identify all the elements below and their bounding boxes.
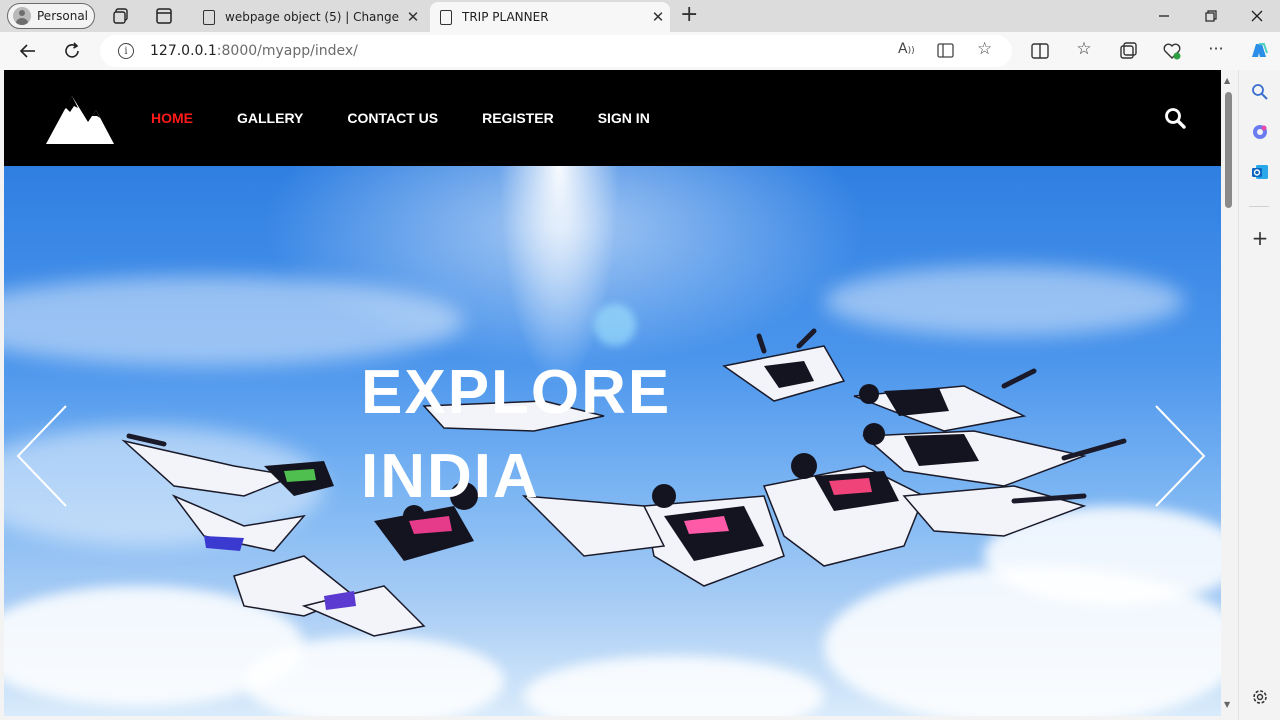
hero-carousel: EXPLORE INDIA — [4, 166, 1221, 716]
minimize-button[interactable] — [1158, 10, 1170, 22]
browser-toolbar: i 127.0.0.1:8000/myapp/index/ A)) ☆ ☆ ··… — [0, 32, 1280, 70]
tab-actions-icon[interactable] — [154, 6, 174, 26]
favorites-icon[interactable]: ☆ — [1074, 39, 1094, 59]
copilot-icon[interactable] — [1247, 39, 1271, 63]
tab-trip-planner[interactable]: TRIP PLANNER ✕ — [430, 2, 670, 32]
browser-essentials-icon[interactable] — [1162, 41, 1182, 61]
nav-register-link[interactable]: REGISTER — [482, 110, 554, 126]
add-sidebar-app-icon[interactable]: + — [1250, 226, 1270, 250]
outlook-icon[interactable] — [1250, 162, 1270, 182]
main-nav: HOME GALLERY CONTACT US REGISTER SIGN IN — [151, 110, 694, 126]
immersive-reader-icon[interactable] — [937, 42, 957, 60]
page-viewport: HOME GALLERY CONTACT US REGISTER SIGN IN — [4, 70, 1221, 716]
tab-title: TRIP PLANNER — [462, 10, 549, 24]
scroll-down-icon[interactable]: ▼ — [1224, 700, 1230, 709]
nav-home-link[interactable]: HOME — [151, 110, 193, 126]
restore-button[interactable] — [1205, 10, 1217, 22]
carousel-prev-arrow-icon[interactable] — [16, 404, 68, 508]
more-menu-icon[interactable]: ··· — [1206, 39, 1226, 59]
copilot-sidebar-icon[interactable] — [1250, 122, 1270, 142]
back-icon[interactable] — [17, 40, 39, 62]
workspaces-icon[interactable] — [111, 6, 131, 26]
profile-avatar-icon — [13, 7, 31, 25]
scrollbar-thumb[interactable] — [1225, 92, 1232, 208]
hero-title-line2: INDIA — [361, 442, 540, 511]
site-info-icon[interactable]: i — [118, 43, 134, 59]
nav-gallery-link[interactable]: GALLERY — [237, 110, 303, 126]
scroll-up-icon[interactable]: ▲ — [1224, 76, 1230, 85]
split-screen-icon[interactable] — [1030, 41, 1050, 61]
profile-button[interactable]: Personal — [7, 3, 95, 29]
tab-title: webpage object (5) | Change wel — [225, 10, 401, 24]
page-icon — [203, 9, 215, 25]
hero-title: EXPLORE INDIA — [361, 351, 671, 519]
search-sidebar-icon[interactable] — [1250, 82, 1270, 102]
collections-icon[interactable] — [1118, 41, 1138, 61]
site-header: HOME GALLERY CONTACT US REGISTER SIGN IN — [4, 70, 1221, 166]
nav-signin-link[interactable]: SIGN IN — [598, 110, 650, 126]
url-path: :8000/myapp/index/ — [216, 43, 358, 59]
favorite-star-icon[interactable]: ☆ — [977, 39, 992, 59]
mountain-logo[interactable] — [44, 92, 116, 146]
hero-title-line1: EXPLORE — [361, 358, 672, 427]
page-scrollbar[interactable]: ▲ ▼ — [1221, 70, 1237, 716]
search-icon[interactable] — [1164, 107, 1186, 129]
read-aloud-icon[interactable]: A)) — [898, 41, 915, 57]
tab-webpage-object[interactable]: webpage object (5) | Change wel ✕ — [193, 2, 425, 32]
page-icon — [440, 9, 452, 25]
browser-tab-bar: Personal webpage object (5) | Change wel… — [0, 0, 1280, 32]
close-tab-icon[interactable]: ✕ — [401, 8, 425, 26]
url-host: 127.0.0.1 — [150, 43, 217, 59]
edge-sidebar: + — [1238, 70, 1280, 720]
settings-gear-icon[interactable] — [1250, 687, 1270, 707]
profile-label: Personal — [37, 9, 89, 23]
sidebar-divider — [1249, 206, 1269, 207]
address-bar[interactable]: i 127.0.0.1:8000/myapp/index/ — [100, 35, 1012, 67]
close-tab-icon[interactable]: ✕ — [646, 8, 670, 26]
close-window-button[interactable] — [1251, 10, 1263, 22]
new-tab-button[interactable]: + — [680, 4, 698, 26]
nav-contact-link[interactable]: CONTACT US — [347, 110, 438, 126]
refresh-icon[interactable] — [61, 40, 83, 62]
carousel-next-arrow-icon[interactable] — [1154, 404, 1206, 508]
